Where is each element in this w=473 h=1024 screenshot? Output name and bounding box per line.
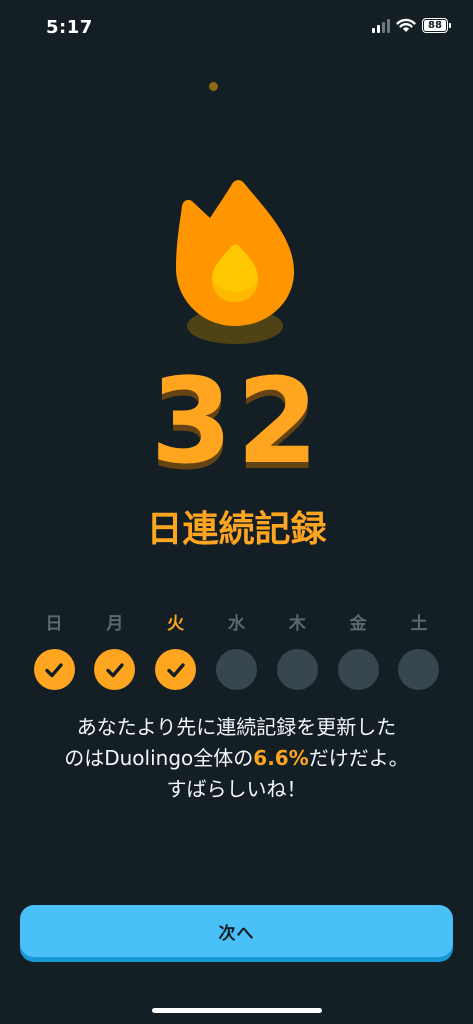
battery-icon: 88 <box>422 18 451 33</box>
wifi-icon <box>396 18 416 32</box>
day-status-completed <box>33 649 75 690</box>
check-icon <box>106 662 124 677</box>
day-status-empty <box>337 649 379 690</box>
decorative-dot <box>209 82 218 91</box>
next-button-label: 次へ <box>218 923 255 944</box>
flame-icon <box>176 180 294 344</box>
day-status-empty <box>398 649 440 690</box>
status-time: 5:17 <box>46 17 93 38</box>
streak-label: 日連続記録 <box>146 509 327 550</box>
day-label: 木 <box>288 614 306 634</box>
day-status-completed <box>155 649 197 690</box>
day-label: 月 <box>106 614 124 634</box>
day-saturday: 土 <box>389 612 449 690</box>
day-status-empty <box>215 649 257 690</box>
check-icon <box>45 662 63 677</box>
week-tracker: 日 月 火 水 木 金 土 <box>24 612 449 690</box>
check-icon <box>166 662 185 677</box>
next-button[interactable]: 次へ <box>20 905 453 957</box>
percent-highlight: 6.6% <box>253 746 309 770</box>
day-label: 水 <box>227 614 245 634</box>
message-line-2-start: のはDuolingo全体の <box>64 746 254 770</box>
status-icons: 88 <box>372 18 451 33</box>
streak-message: あなたより先に連続記録を更新した のはDuolingo全体の6.6%だけだよ。 … <box>20 712 453 805</box>
message-line-2: のはDuolingo全体の6.6%だけだよ。 <box>20 743 453 774</box>
streak-screen: 5:17 88 32 日連続記録 日 月 火 水 木 金 土 あなたより先に連続… <box>0 0 473 1024</box>
day-wednesday: 水 <box>206 612 266 690</box>
day-tuesday: 火 <box>146 612 206 690</box>
day-label: 土 <box>410 614 428 634</box>
home-indicator[interactable] <box>152 1008 322 1013</box>
day-label-today: 火 <box>167 614 185 634</box>
signal-icon <box>372 18 390 33</box>
day-label: 日 <box>45 614 63 634</box>
message-line-2-end: だけだよ。 <box>308 746 409 770</box>
message-line-3: すばらしいね！ <box>166 777 307 801</box>
streak-count: 32 <box>150 352 323 490</box>
day-sunday: 日 <box>24 612 84 690</box>
day-status-empty <box>276 649 318 690</box>
battery-level: 88 <box>424 20 446 31</box>
day-monday: 月 <box>85 612 145 690</box>
day-friday: 金 <box>328 612 388 690</box>
day-status-completed <box>94 649 136 690</box>
day-thursday: 木 <box>267 612 327 690</box>
day-label: 金 <box>349 614 367 634</box>
message-line-1: あなたより先に連続記録を更新した <box>76 715 397 739</box>
